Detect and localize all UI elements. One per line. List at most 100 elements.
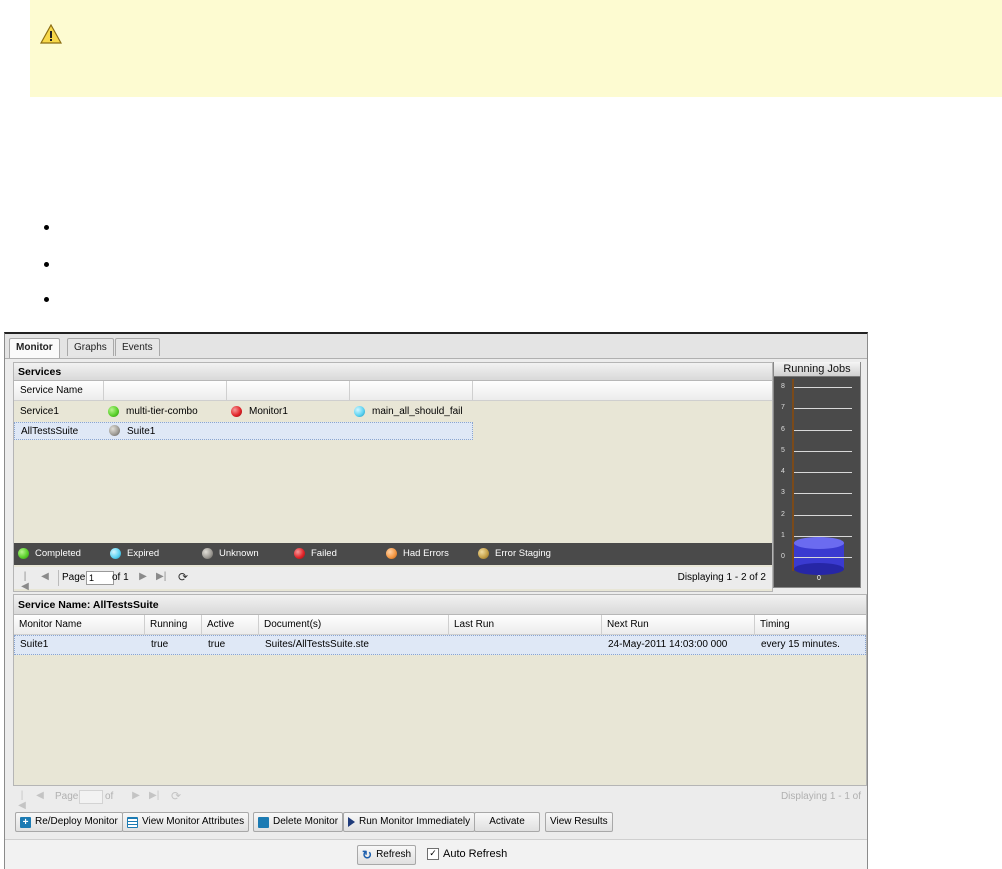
services-panel: Services Service Name Service1 multi-tie… <box>13 362 773 592</box>
button-label: View Monitor Attributes <box>142 816 245 827</box>
tab-monitor[interactable]: Monitor <box>9 338 60 358</box>
page-input[interactable] <box>86 571 114 585</box>
refresh-page-icon[interactable]: ⟳ <box>171 790 181 802</box>
column-active[interactable]: Active <box>202 615 259 635</box>
tab-graphs[interactable]: Graphs <box>67 338 114 356</box>
chart-tick-label: 8 <box>781 383 785 390</box>
next-page-icon[interactable]: ▶ <box>131 791 141 801</box>
chart-gridline <box>794 450 852 452</box>
monitor-link[interactable]: main_all_should_fail <box>372 403 463 421</box>
service-name: Service1 <box>20 406 59 417</box>
cell-timing: every 15 minutes. <box>761 639 840 650</box>
page-input[interactable] <box>79 790 103 804</box>
legend-expired-icon <box>110 548 121 559</box>
chart-tick-label: 3 <box>781 489 785 497</box>
warning-banner <box>30 0 1002 97</box>
chart-tick-label: 0 <box>781 553 785 560</box>
run-monitor-immediately-button[interactable]: Run Monitor Immediately <box>343 812 476 832</box>
auto-refresh-label: Auto Refresh <box>443 848 508 860</box>
tab-events[interactable]: Events <box>115 338 160 356</box>
status-unknown-icon <box>109 425 120 436</box>
refresh-icon: ↻ <box>362 848 373 862</box>
table-row[interactable]: Suite1 true true Suites/AllTestsSuite.st… <box>14 635 866 655</box>
page-label: Page <box>62 572 86 583</box>
pager-display: Displaying 1 - 1 of <box>780 791 861 802</box>
footer-bar: ↻ Refresh ✓ Auto Refresh <box>5 839 867 869</box>
legend-label: Completed <box>35 548 81 559</box>
chart-gridline <box>794 535 852 537</box>
status-legend: Completed Expired Unknown Failed Had Err… <box>14 543 772 565</box>
button-label: Delete Monitor <box>273 816 339 827</box>
prev-page-icon[interactable]: ◀ <box>40 572 50 582</box>
column-documents[interactable]: Document(s) <box>259 615 449 635</box>
jobs-bar <box>794 537 844 575</box>
column-timing[interactable]: Timing <box>755 615 866 635</box>
cell-monitor-name: Suite1 <box>20 639 49 650</box>
last-page-icon[interactable]: ▶| <box>149 791 159 801</box>
column-header <box>350 381 473 401</box>
monitor-app: Monitor Graphs Events Services Service N… <box>4 332 868 869</box>
redeploy-monitor-button[interactable]: + Re/Deploy Monitor <box>15 812 123 832</box>
button-label: Re/Deploy Monitor <box>35 816 118 827</box>
page-label: Page <box>55 791 79 802</box>
chart-title: Running Jobs <box>774 362 860 377</box>
delete-monitor-button[interactable]: Delete Monitor <box>253 812 344 832</box>
view-results-button[interactable]: View Results <box>545 812 613 832</box>
table-row[interactable]: AllTestsSuite Suite1 <box>14 422 473 440</box>
chart-gridline <box>794 387 852 388</box>
monitor-link[interactable]: Monitor1 <box>249 403 288 421</box>
next-page-icon[interactable]: ▶ <box>138 572 148 582</box>
legend-label: Failed <box>311 548 337 559</box>
add-icon: + <box>20 816 31 828</box>
legend-completed-icon <box>18 548 29 559</box>
cell-documents: Suites/AllTestsSuite.ste <box>265 639 369 650</box>
auto-refresh-checkbox[interactable]: ✓ <box>427 848 439 860</box>
play-icon <box>348 817 355 827</box>
page-of-label: of 1 <box>112 572 129 583</box>
activate-button[interactable]: Activate <box>474 812 540 832</box>
legend-had-errors-icon <box>386 548 397 559</box>
view-monitor-attributes-button[interactable]: View Monitor Attributes <box>122 812 250 832</box>
chart-gridline <box>794 557 852 558</box>
detail-title: Service Name: AllTestsSuite <box>14 595 866 615</box>
last-page-icon[interactable]: ▶| <box>156 572 166 582</box>
chart-tick-label: 5 <box>781 446 785 454</box>
refresh-button[interactable]: ↻ Refresh <box>357 845 417 865</box>
prev-page-icon[interactable]: ◀ <box>35 791 45 801</box>
cell-last-run <box>450 636 455 654</box>
chart-tick-label: 7 <box>781 404 785 412</box>
services-pager: |◀ ◀ Page of 1 ▶ ▶| ⟳ Displaying 1 - 2 o… <box>14 567 772 592</box>
monitor-link[interactable]: Suite1 <box>127 423 155 441</box>
page-of-label: of <box>105 791 114 802</box>
tab-bar: Monitor Graphs Events <box>5 334 867 359</box>
cell-next-run: 24-May-2011 14:03:00 000 <box>608 639 728 650</box>
button-label: Run Monitor Immediately <box>359 816 471 827</box>
first-page-icon[interactable]: |◀ <box>20 572 30 592</box>
bullet-point <box>44 225 49 230</box>
legend-label: Had Errors <box>403 548 449 559</box>
chart-gridline <box>794 514 852 516</box>
bullet-point <box>44 262 49 267</box>
monitor-link[interactable]: multi-tier-combo <box>126 403 198 421</box>
refresh-page-icon[interactable]: ⟳ <box>178 571 188 583</box>
chart-tick-label: 4 <box>781 468 785 475</box>
bullet-point <box>44 297 49 302</box>
table-row[interactable]: Service1 multi-tier-combo Monitor1 main_… <box>14 403 473 421</box>
legend-failed-icon <box>294 548 305 559</box>
warning-icon <box>40 24 62 44</box>
column-next-run[interactable]: Next Run <box>602 615 755 635</box>
pager-divider <box>58 570 59 586</box>
column-service-name[interactable]: Service Name <box>14 381 104 401</box>
column-monitor-name[interactable]: Monitor Name <box>14 615 145 635</box>
detail-pager: |◀ ◀ Page of ▶ ▶| ⟳ Displaying 1 - 1 of <box>13 786 865 811</box>
status-expired-icon <box>354 406 365 417</box>
column-running[interactable]: Running <box>145 615 202 635</box>
chart-tick-label: 1 <box>781 531 785 539</box>
legend-unknown-icon <box>202 548 213 559</box>
column-header <box>104 381 227 401</box>
chart-tick-label: 2 <box>781 510 785 518</box>
first-page-icon[interactable]: |◀ <box>17 791 27 811</box>
chart-gridline <box>794 472 852 473</box>
column-last-run[interactable]: Last Run <box>449 615 602 635</box>
legend-label: Error Staging <box>495 548 551 559</box>
